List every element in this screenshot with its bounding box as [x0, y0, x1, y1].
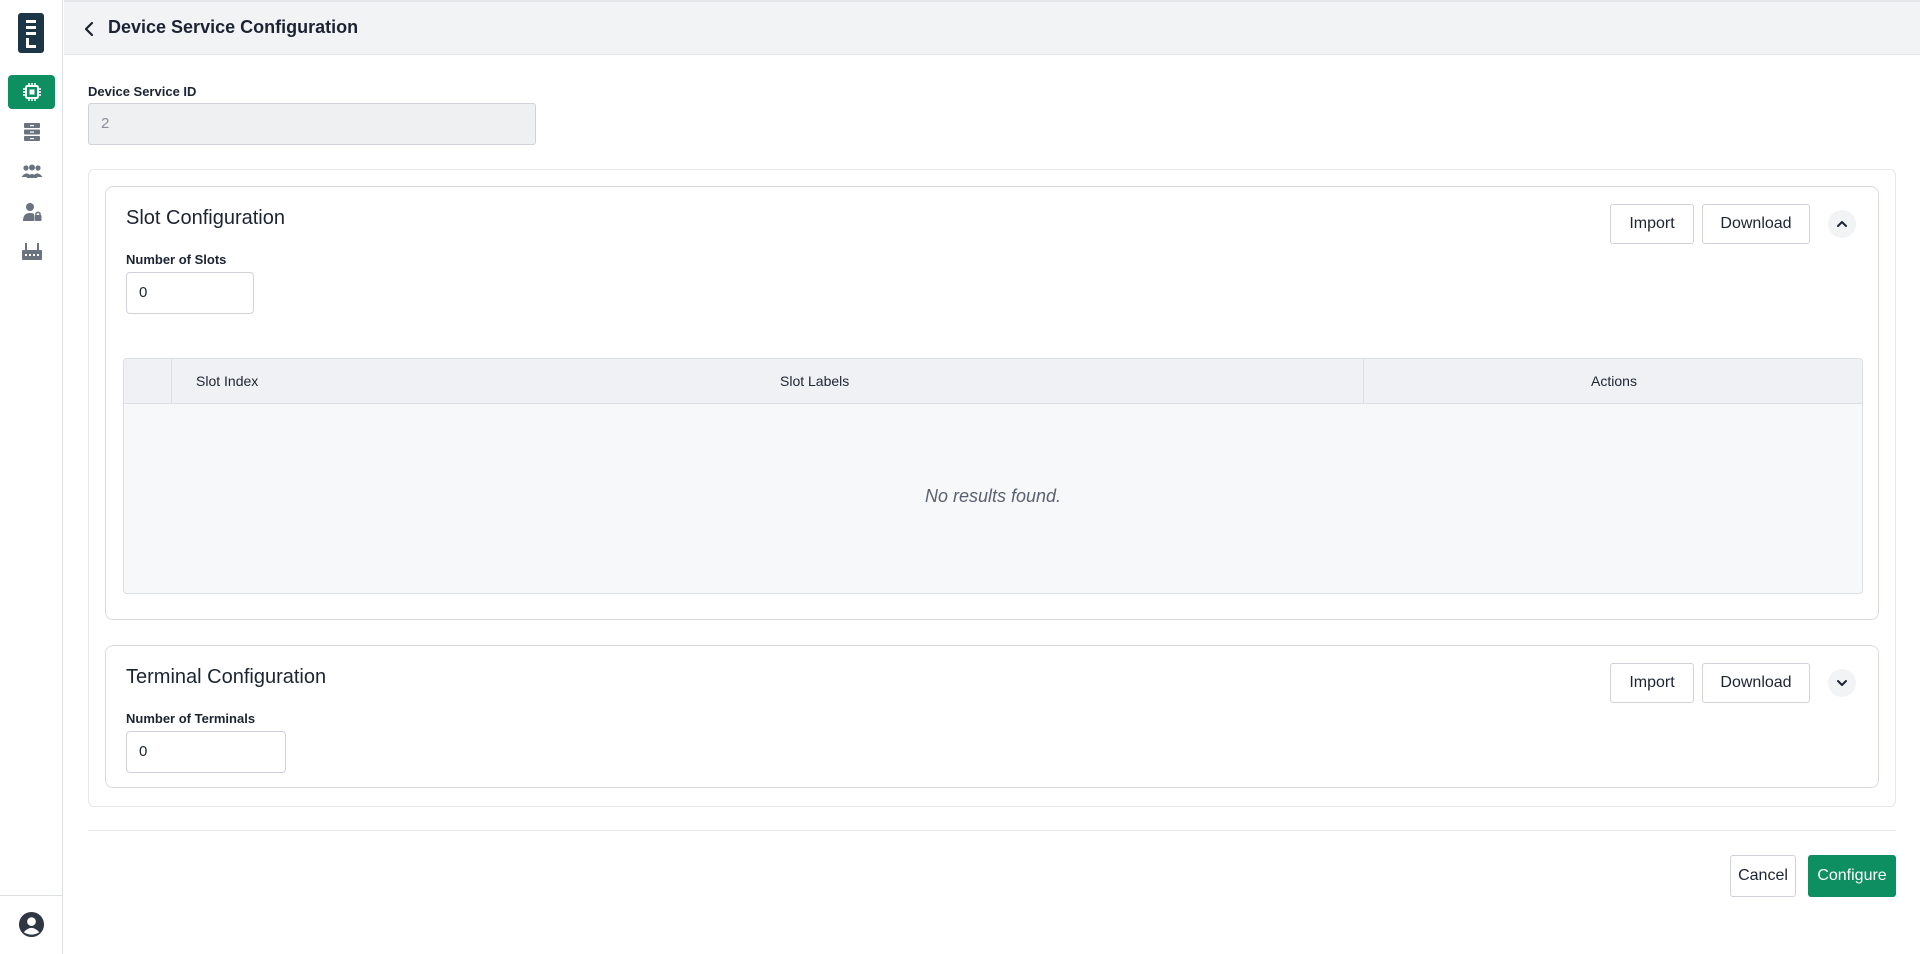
terminal-import-button[interactable]: Import — [1610, 663, 1694, 703]
chevron-up-icon — [1837, 221, 1847, 227]
slot-configuration-card: Slot Configuration Import Download Numbe… — [105, 186, 1879, 620]
slot-table-header: Slot Index Slot Labels Actions — [124, 359, 1862, 404]
column-header-actions: Actions — [1591, 373, 1637, 389]
user-lock-icon — [22, 203, 41, 221]
empty-state-message: No results found. — [924, 486, 1062, 506]
terminal-download-button[interactable]: Download — [1702, 663, 1810, 703]
number-of-terminals-input[interactable]: 0 — [126, 731, 286, 773]
device-icon — [21, 243, 42, 260]
top-bar: Device Service Configuration — [64, 0, 1920, 55]
back-button[interactable] — [79, 18, 99, 40]
app-logo[interactable] — [18, 13, 44, 53]
slot-configuration-title: Slot Configuration — [126, 207, 285, 229]
chip-icon — [22, 83, 41, 101]
device-service-id-field: 2 — [88, 103, 536, 145]
cancel-button[interactable]: Cancel — [1730, 855, 1796, 897]
sidebar-item-user-access[interactable] — [8, 195, 55, 229]
column-header-slot-index[interactable]: Slot Index — [196, 359, 258, 404]
slot-table: Slot Index Slot Labels Actions No result… — [123, 358, 1863, 594]
sidebar-item-servers[interactable] — [8, 115, 55, 149]
page-title: Device Service Configuration — [108, 17, 359, 37]
server-icon — [23, 123, 40, 141]
configure-button[interactable]: Configure — [1808, 855, 1896, 897]
terminal-configuration-title: Terminal Configuration — [126, 666, 327, 688]
sidebar — [0, 0, 63, 954]
sidebar-item-gateways[interactable] — [8, 235, 55, 269]
number-of-terminals-label: Number of Terminals — [126, 711, 256, 726]
slot-collapse-toggle[interactable] — [1828, 210, 1856, 238]
chevron-left-icon — [84, 21, 94, 37]
slot-import-button[interactable]: Import — [1610, 204, 1694, 244]
sidebar-item-users[interactable] — [8, 155, 55, 189]
users-icon — [21, 164, 42, 178]
slot-download-button[interactable]: Download — [1702, 204, 1810, 244]
sidebar-divider — [0, 895, 63, 896]
user-circle-icon[interactable] — [18, 911, 45, 938]
column-header-slot-labels[interactable]: Slot Labels — [780, 359, 849, 404]
device-service-id-label: Device Service ID — [88, 84, 197, 99]
sidebar-item-devices[interactable] — [8, 75, 55, 109]
footer-divider — [88, 830, 1896, 831]
number-of-slots-label: Number of Slots — [126, 252, 227, 267]
terminal-expand-toggle[interactable] — [1828, 669, 1856, 697]
number-of-slots-input[interactable]: 0 — [126, 272, 254, 314]
chevron-down-icon — [1837, 680, 1847, 686]
terminal-configuration-card: Terminal Configuration Import Download N… — [105, 645, 1879, 788]
